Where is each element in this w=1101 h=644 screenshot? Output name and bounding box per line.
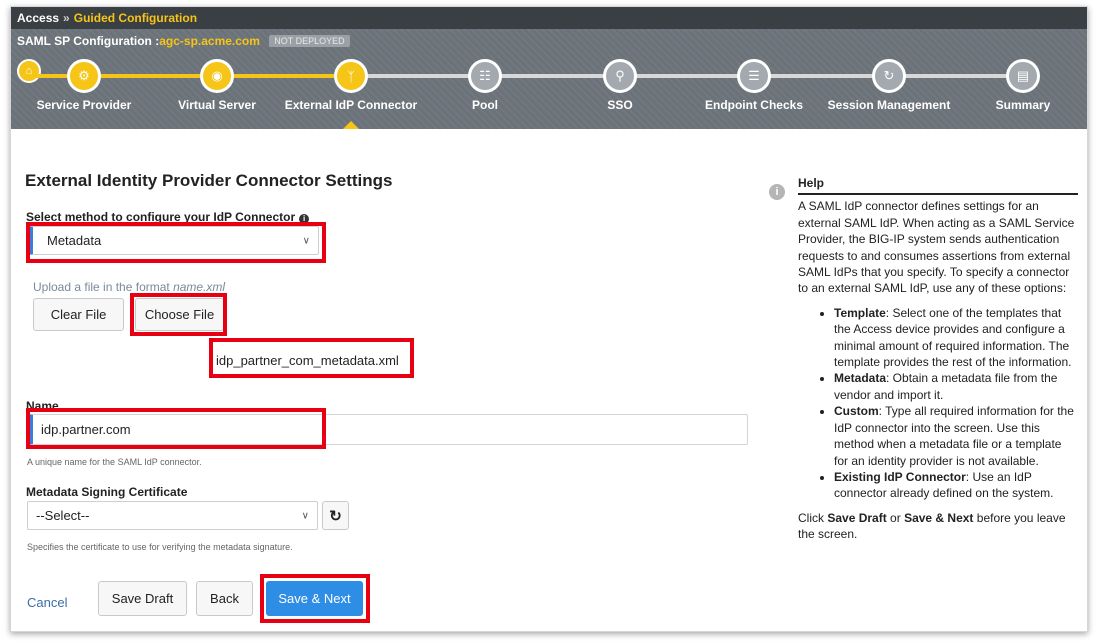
cert-select[interactable]: --Select-- ∨ [27, 501, 318, 530]
save-next-button[interactable]: Save & Next [266, 581, 363, 616]
step-external-idp-connector[interactable]: ᛉ External IdP Connector [281, 59, 421, 112]
choose-file-button[interactable]: Choose File [135, 298, 224, 331]
step-pool[interactable]: ☷ Pool [415, 59, 555, 112]
sitemap-icon: ☷ [468, 59, 502, 93]
help-option-metadata: Metadata: Obtain a metadata file from th… [834, 370, 1078, 403]
info-icon: i [299, 214, 310, 224]
step-label: External IdP Connector [284, 98, 418, 112]
page-title: External Identity Provider Connector Set… [25, 171, 393, 190]
step-label: Service Provider [36, 98, 132, 112]
selected-file-name: idp_partner_com_metadata.xml [216, 353, 399, 368]
config-prefix: SAML SP Configuration : [17, 34, 160, 48]
step-service-provider[interactable]: ⚙ Service Provider [14, 59, 154, 112]
help-option-custom: Custom: Type all required information fo… [834, 403, 1078, 469]
chevron-down-icon: ∨ [302, 235, 310, 246]
breadcrumb-separator: » [63, 11, 70, 25]
name-field-value: idp.partner.com [41, 422, 131, 437]
app-frame: Access » Guided Configuration SAML SP Co… [10, 6, 1088, 632]
history-icon: ↻ [872, 59, 906, 93]
step-session-management[interactable]: ↻ Session Management [819, 59, 959, 112]
back-button[interactable]: Back [196, 581, 253, 616]
config-title: SAML SP Configuration :agc-sp.acme.com N… [17, 34, 350, 48]
help-option-template: Template: Select one of the templates th… [834, 305, 1078, 371]
name-help-text: A unique name for the SAML IdP connector… [27, 457, 202, 467]
name-label: Name [26, 399, 59, 413]
refresh-icon[interactable]: ↻ [322, 501, 349, 530]
breadcrumb: Access » Guided Configuration [11, 7, 1087, 29]
config-host: agc-sp.acme.com [159, 34, 260, 48]
help-outro-1: Click [798, 510, 828, 525]
name-field[interactable]: idp.partner.com [29, 414, 748, 445]
help-outro-2: or [886, 510, 905, 525]
fork-icon: ᛉ [334, 59, 368, 93]
cancel-link[interactable]: Cancel [27, 595, 67, 610]
help-panel: Help A SAML IdP connector defines settin… [798, 175, 1078, 543]
help-outro-save-next: Save & Next [904, 510, 974, 525]
upload-hint-format: name.xml [173, 280, 226, 294]
step-endpoint-checks[interactable]: ☰ Endpoint Checks [684, 59, 824, 112]
cert-help-text: Specifies the certificate to use for ver… [27, 542, 293, 552]
gears-icon: ⚙ [67, 59, 101, 93]
list-icon: ☰ [737, 59, 771, 93]
help-term: Existing IdP Connector [834, 469, 966, 484]
help-options-list: Template: Select one of the templates th… [798, 305, 1078, 502]
save-draft-button[interactable]: Save Draft [98, 581, 187, 616]
cert-label: Metadata Signing Certificate [26, 485, 188, 499]
breadcrumb-current[interactable]: Guided Configuration [74, 11, 197, 25]
method-label: Select method to configure your IdP Conn… [26, 210, 310, 224]
current-step-caret [343, 121, 359, 129]
main-content: External Identity Provider Connector Set… [11, 129, 1087, 631]
step-label: Endpoint Checks [704, 98, 803, 112]
help-outro: Click Save Draft or Save & Next before y… [798, 510, 1078, 543]
step-label: Session Management [827, 98, 951, 112]
help-outro-save-draft: Save Draft [827, 510, 887, 525]
wizard-header: SAML SP Configuration :agc-sp.acme.com N… [11, 29, 1087, 129]
key-icon: ⚲ [603, 59, 637, 93]
status-badge: NOT DEPLOYED [269, 35, 350, 47]
step-sso[interactable]: ⚲ SSO [550, 59, 690, 112]
help-option-existing: Existing IdP Connector: Use an IdP conne… [834, 469, 1078, 502]
method-select-value: Metadata [47, 233, 102, 248]
globe-icon: ◉ [200, 59, 234, 93]
breadcrumb-root[interactable]: Access [17, 11, 59, 25]
step-summary[interactable]: ▤ Summary [953, 59, 1087, 112]
method-select[interactable]: Metadata ∨ [29, 226, 319, 255]
info-circle-icon: i [769, 184, 785, 200]
step-label: SSO [607, 98, 633, 112]
step-label: Virtual Server [178, 98, 256, 112]
cert-select-value: --Select-- [36, 508, 90, 523]
help-title: Help [798, 175, 1078, 196]
upload-hint-prefix: Upload a file in the format [33, 280, 174, 294]
method-label-text: Select method to configure your IdP Conn… [26, 210, 296, 224]
help-term: Custom [834, 404, 879, 419]
step-label: Summary [995, 98, 1051, 112]
help-term: Template [834, 305, 886, 320]
step-virtual-server[interactable]: ◉ Virtual Server [147, 59, 287, 112]
clear-file-button[interactable]: Clear File [33, 298, 124, 331]
upload-hint: Upload a file in the format name.xml [33, 280, 225, 294]
summary-icon: ▤ [1006, 59, 1040, 93]
step-label: Pool [472, 98, 498, 112]
help-intro: A SAML IdP connector defines settings fo… [798, 199, 1075, 296]
help-term: Metadata [834, 371, 887, 386]
chevron-down-icon: ∨ [301, 510, 309, 521]
